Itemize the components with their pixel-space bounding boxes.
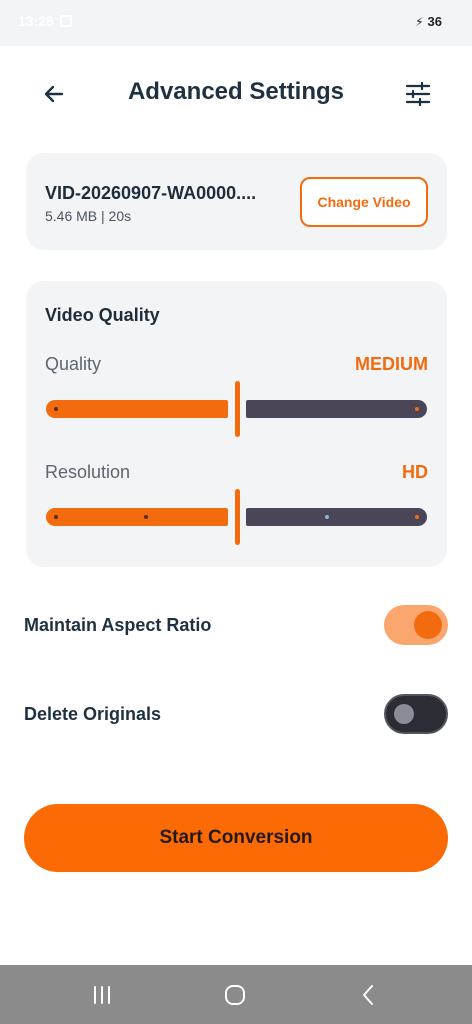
- status-bar: 13:28 ⚡ 36: [0, 0, 472, 46]
- video-filename: VID-20260907-WA0000....: [45, 183, 257, 203]
- resolution-track-inactive: [246, 508, 427, 526]
- status-time: 13:28: [18, 13, 54, 29]
- charging-icon: ⚡: [415, 14, 424, 29]
- slider-tick: [415, 515, 419, 519]
- recents-icon: [94, 986, 110, 1004]
- change-video-button[interactable]: Change Video: [300, 177, 428, 227]
- maintain-aspect-ratio-label: Maintain Aspect Ratio: [24, 615, 212, 635]
- quality-slider[interactable]: [46, 381, 427, 437]
- resolution-slider[interactable]: [46, 489, 427, 545]
- maintain-aspect-ratio-row: Maintain Aspect Ratio: [24, 605, 448, 649]
- delete-originals-row: Delete Originals: [24, 694, 448, 738]
- quality-track-inactive: [246, 400, 427, 418]
- video-meta: 5.46 MB | 20s: [45, 208, 132, 224]
- tune-sliders-icon: [405, 82, 431, 106]
- slider-tick: [54, 407, 58, 411]
- resolution-track-active: [46, 508, 228, 526]
- toggle-knob: [394, 704, 414, 724]
- quality-slider-thumb[interactable]: [235, 381, 240, 437]
- resolution-slider-thumb[interactable]: [235, 489, 240, 545]
- section-title: Video Quality: [45, 305, 160, 325]
- delete-originals-label: Delete Originals: [24, 704, 162, 724]
- toggle-knob: [414, 611, 442, 639]
- slider-tick: [324, 515, 329, 519]
- notification-icon: [59, 15, 72, 27]
- quality-value: MEDIUM: [355, 354, 428, 374]
- resolution-value: HD: [402, 462, 428, 482]
- quality-label: Quality: [45, 354, 102, 374]
- screen: 13:28 ⚡ 36 Advanced Settings VID-2026090…: [0, 0, 472, 1024]
- resolution-label: Resolution: [45, 462, 131, 482]
- delete-originals-toggle[interactable]: [384, 694, 448, 734]
- home-button[interactable]: [217, 980, 253, 1010]
- start-conversion-button[interactable]: Start Conversion: [24, 804, 448, 872]
- maintain-aspect-ratio-toggle[interactable]: [384, 605, 448, 645]
- navigation-bar: [0, 965, 472, 1024]
- status-right: ⚡ 36: [415, 14, 442, 29]
- battery-level: 36: [427, 14, 442, 29]
- home-icon: [225, 985, 245, 1005]
- video-quality-card: Video Quality Quality MEDIUM Resolution …: [26, 281, 447, 567]
- nav-back-button[interactable]: [350, 980, 386, 1010]
- status-left: 13:28: [18, 13, 72, 29]
- back-chevron-icon: [363, 985, 373, 1005]
- header: Advanced Settings: [0, 66, 472, 122]
- tune-settings-button[interactable]: [402, 78, 434, 110]
- recents-button[interactable]: [84, 980, 120, 1010]
- slider-tick: [54, 515, 58, 519]
- slider-tick: [415, 407, 419, 411]
- video-card: VID-20260907-WA0000.... 5.46 MB | 20s Ch…: [26, 153, 447, 250]
- quality-track-active: [46, 400, 228, 418]
